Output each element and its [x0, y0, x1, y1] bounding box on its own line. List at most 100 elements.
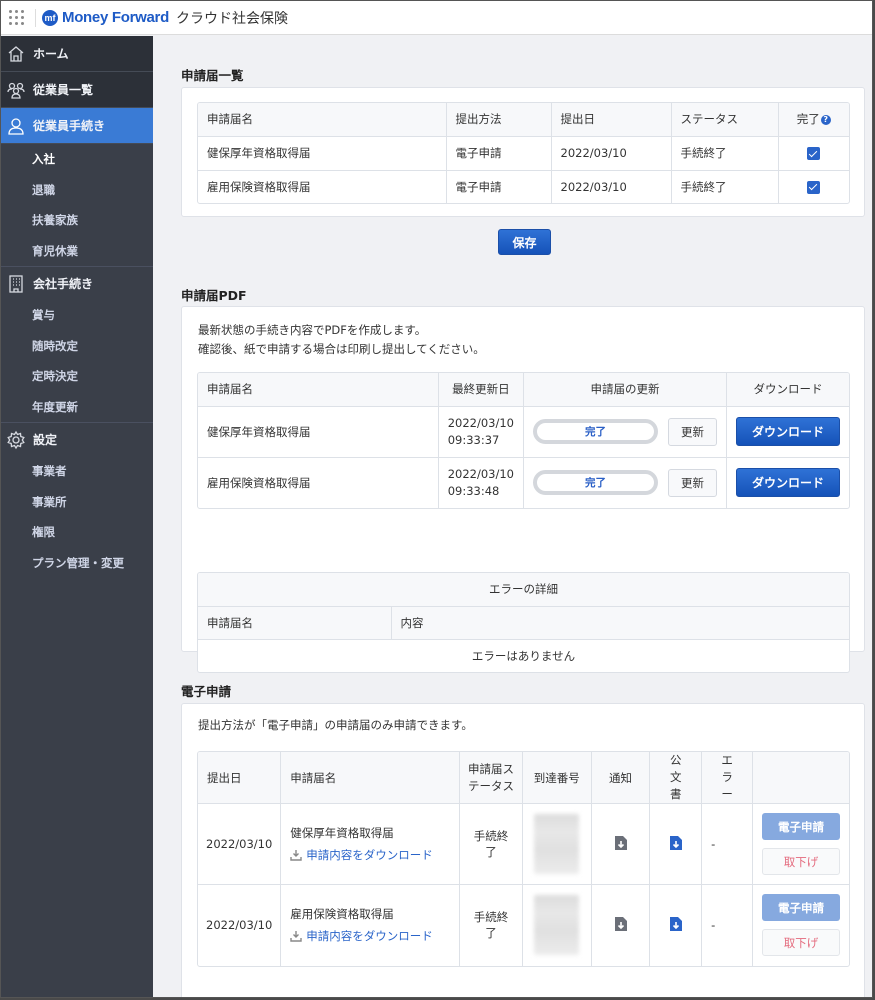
status: 手続終了: [459, 884, 523, 966]
column-header: [752, 752, 849, 804]
sidebar-subitem-permissions[interactable]: 権限: [1, 517, 153, 548]
update-button[interactable]: 更新: [668, 417, 717, 446]
section-title-efiling: 電子申請: [181, 684, 232, 699]
status: 手続終了: [459, 803, 523, 885]
sidebar-subitem-childcare-leave[interactable]: 育児休業: [1, 236, 153, 267]
table-row: 2022/03/10 雇用保険資格取得届 申請内容をダウンロード 手続終了 - …: [198, 884, 849, 966]
download-link-label: 申請内容をダウンロード: [306, 929, 433, 944]
submission-method: 電子申請: [445, 135, 552, 171]
error: -: [701, 803, 753, 885]
column-header: ステータス: [670, 103, 779, 137]
people-icon: [5, 79, 27, 101]
sidebar-item-label: 会社手続き: [33, 277, 94, 291]
sidebar-item-employee-procedures[interactable]: 従業員手続き: [1, 108, 153, 144]
withdraw-button[interactable]: 取下げ: [762, 929, 840, 957]
column-header: 提出方法: [445, 103, 552, 137]
sidebar-subitem-resignation[interactable]: 退職: [1, 175, 153, 206]
error-details-table: エラーの詳細 申請届名 内容 エラーはありません: [197, 572, 850, 673]
sidebar-subitem-plan-management[interactable]: プラン管理・変更: [1, 548, 153, 579]
updated-date: 2022/03/10: [447, 466, 514, 481]
download-content-link[interactable]: 申請内容をダウンロード: [290, 847, 450, 863]
applications-table: 申請届名 提出方法 提出日 ステータス 完了? 健保厚年資格取得届 電子申請 2…: [197, 102, 850, 204]
update-cell: 完了 更新: [523, 456, 727, 508]
withdraw-button[interactable]: 取下げ: [762, 848, 840, 875]
application-name: 雇用保険資格取得届: [198, 456, 439, 508]
completed-cell: [777, 169, 849, 203]
official-document-cell: [649, 803, 703, 885]
download-button[interactable]: ダウンロード: [736, 468, 840, 498]
table-row: 健保厚年資格取得届 2022/03/10 09:33:37 完了 更新 ダウンロ…: [198, 405, 849, 458]
official-document-download-icon[interactable]: [669, 916, 682, 931]
updated-time: 09:33:37: [447, 432, 500, 447]
official-document-download-icon[interactable]: [669, 835, 682, 850]
table-row: 雇用保険資格取得届 電子申請 2022/03/10 手続終了: [198, 169, 849, 203]
update-button[interactable]: 更新: [668, 468, 717, 497]
section-title-applications: 申請届一覧: [181, 68, 244, 83]
generation-progress: 完了: [533, 470, 658, 496]
logo[interactable]: mf Money Forward クラウド社会保険: [42, 8, 288, 28]
submission-date: 2022/03/10: [198, 803, 282, 885]
download-icon: [290, 931, 302, 942]
error-table-title: エラーの詳細: [198, 573, 849, 607]
download-cell: ダウンロード: [726, 405, 849, 458]
notification-download-icon[interactable]: [614, 916, 627, 931]
application-cell: 雇用保険資格取得届 申請内容をダウンロード: [280, 884, 461, 966]
column-header: エラー: [701, 752, 753, 804]
description-line: 確認後、紙で申請する場合は印刷し提出してください。: [198, 342, 485, 356]
arrival-number: [521, 803, 592, 885]
sidebar-subitem-dependents[interactable]: 扶養家族: [1, 205, 153, 236]
efiling-description: 提出方法が「電子申請」の申請届のみ申請できます。: [198, 718, 473, 732]
save-button[interactable]: 保存: [498, 229, 551, 255]
column-header: 内容: [390, 605, 849, 640]
sidebar-subitem-business-owner[interactable]: 事業者: [1, 456, 153, 487]
sidebar-subitem-bonus[interactable]: 賞与: [1, 300, 153, 331]
completed-cell: [777, 135, 849, 171]
sidebar-subitem-office[interactable]: 事業所: [1, 487, 153, 518]
completed-checkbox[interactable]: [807, 180, 821, 194]
application-name: 健保厚年資格取得届: [198, 405, 439, 458]
efile-button[interactable]: 電子申請: [762, 813, 840, 840]
notification-download-icon[interactable]: [614, 835, 627, 850]
redacted-arrival-number: [534, 895, 580, 956]
sidebar-subitem-occasional-revision[interactable]: 随時改定: [1, 331, 153, 362]
home-icon: [5, 43, 27, 65]
apps-menu-button[interactable]: [1, 1, 31, 35]
error: -: [701, 884, 753, 966]
help-icon[interactable]: ?: [820, 115, 831, 126]
sidebar: ホーム 従業員一覧 従業員手続き 入社 退職 扶養家族 育児休業 会社手続き 賞…: [1, 36, 153, 997]
sidebar-subitem-annual-update[interactable]: 年度更新: [1, 392, 153, 423]
arrival-number: [521, 884, 592, 966]
gear-icon: [5, 429, 27, 451]
last-updated: 2022/03/10 09:33:37: [437, 405, 525, 458]
efile-button[interactable]: 電子申請: [762, 894, 840, 922]
download-button[interactable]: ダウンロード: [736, 417, 840, 446]
application-cell: 健保厚年資格取得届 申請内容をダウンロード: [280, 803, 461, 885]
column-header: ダウンロード: [726, 373, 849, 407]
sidebar-subitem-hire[interactable]: 入社: [1, 144, 153, 175]
pdf-description: 最新状態の手続き内容でPDFを作成します。 確認後、紙で申請する場合は印刷し提出…: [198, 321, 485, 359]
grid-apps-icon: [8, 10, 24, 25]
table-row: 雇用保険資格取得届 2022/03/10 09:33:48 完了 更新 ダウンロ…: [198, 456, 849, 508]
download-content-link[interactable]: 申請内容をダウンロード: [290, 928, 450, 944]
completed-checkbox[interactable]: [807, 147, 821, 160]
application-name: 健保厚年資格取得届: [198, 135, 447, 171]
sidebar-item-label: 従業員手続き: [33, 119, 106, 133]
app-window: mf Money Forward クラウド社会保険 ホーム 従業員一覧 従業員手…: [0, 0, 873, 998]
product-name: クラウド社会保険: [175, 10, 288, 27]
column-header: 到達番号: [521, 752, 592, 804]
pdf-table: 申請届名 最終更新日 申請届の更新 ダウンロード 健保厚年資格取得届 2022/…: [197, 372, 850, 509]
actions-cell: 電子申請 取下げ: [752, 803, 849, 885]
sidebar-item-settings[interactable]: 設定: [1, 422, 153, 456]
download-icon: [290, 850, 302, 861]
sidebar-item-employees[interactable]: 従業員一覧: [1, 72, 153, 108]
sidebar-item-company-procedures[interactable]: 会社手続き: [1, 266, 153, 300]
brand-logo-icon: mf: [42, 9, 58, 26]
redacted-arrival-number: [534, 814, 580, 874]
column-header: 申請届の更新: [523, 373, 727, 407]
status: 手続終了: [670, 135, 779, 171]
sidebar-item-home[interactable]: ホーム: [1, 36, 153, 72]
download-cell: ダウンロード: [726, 456, 849, 508]
column-header: 申請届名: [280, 752, 461, 804]
updated-time: 09:33:48: [447, 483, 500, 498]
sidebar-subitem-regular-determination[interactable]: 定時決定: [1, 361, 153, 392]
